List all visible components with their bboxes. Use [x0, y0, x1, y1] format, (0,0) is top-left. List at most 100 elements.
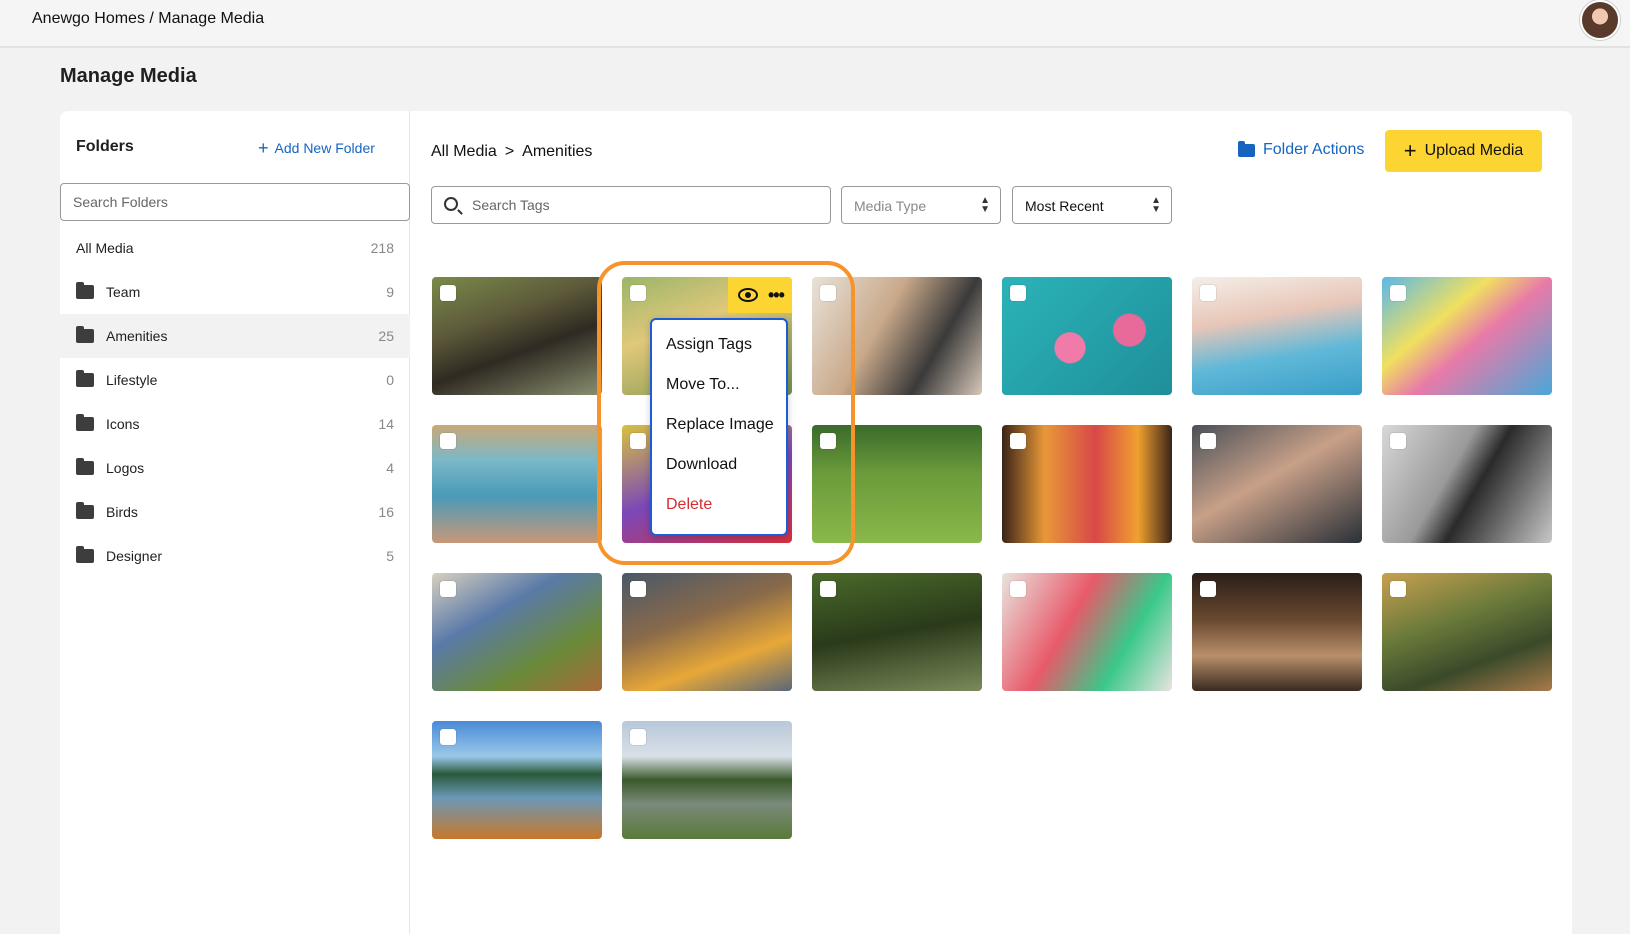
- select-checkbox[interactable]: [440, 433, 456, 449]
- media-thumbnail-shopping-couple[interactable]: [812, 277, 982, 395]
- media-thumbnail-fitness-class[interactable]: [1192, 425, 1362, 543]
- folder-icon: [76, 546, 94, 563]
- sidebar-item-icons[interactable]: Icons 14: [60, 402, 410, 446]
- select-checkbox[interactable]: [440, 581, 456, 597]
- folder-actions-button[interactable]: Folder Actions: [1238, 140, 1365, 159]
- select-checkbox[interactable]: [440, 285, 456, 301]
- folder-icon: [1238, 140, 1255, 157]
- folders-sidebar: Folders + Add New Folder All Media 218 Te…: [60, 111, 410, 934]
- media-thumbnail-shopping-woman[interactable]: [622, 573, 792, 691]
- app-breadcrumb-title[interactable]: Anewgo Homes / Manage Media: [32, 10, 264, 28]
- select-checkbox[interactable]: [630, 581, 646, 597]
- eye-icon[interactable]: [738, 288, 758, 302]
- media-type-select[interactable]: Media Type ▲ ▼: [841, 186, 1001, 224]
- search-folders-input[interactable]: [60, 183, 410, 221]
- media-thumbnail-cocktails[interactable]: [1002, 425, 1172, 543]
- select-checkbox[interactable]: [1390, 285, 1406, 301]
- select-checkbox[interactable]: [1010, 285, 1026, 301]
- sidebar-item-count: 25: [378, 328, 394, 344]
- select-checkbox[interactable]: [630, 433, 646, 449]
- select-checkbox[interactable]: [1200, 581, 1216, 597]
- sidebar-item-count: 218: [370, 240, 394, 256]
- select-checkbox[interactable]: [630, 285, 646, 301]
- menu-item-assign-tags[interactable]: Assign Tags: [666, 336, 752, 354]
- sidebar-item-birds[interactable]: Birds 16: [60, 490, 410, 534]
- media-thumbnail-hiking-creek[interactable]: [812, 573, 982, 691]
- sidebar-item-count: 14: [378, 416, 394, 432]
- folder-icon: [76, 370, 94, 387]
- sidebar-item-amenities[interactable]: Amenities 25: [60, 314, 410, 358]
- sidebar-item-lifestyle[interactable]: Lifestyle 0: [60, 358, 410, 402]
- sidebar-item-count: 5: [386, 548, 394, 564]
- menu-item-replace-image[interactable]: Replace Image: [666, 416, 774, 434]
- sidebar-item-label: Amenities: [106, 328, 168, 344]
- sidebar-item-team[interactable]: Team 9: [60, 270, 410, 314]
- search-tags-field[interactable]: [431, 186, 831, 224]
- upload-media-button[interactable]: + Upload Media: [1385, 130, 1542, 172]
- add-new-folder-label: Add New Folder: [274, 140, 375, 156]
- media-thumbnail-waterslide-kid[interactable]: [1382, 277, 1552, 395]
- thumbnail-actions-bar: •••: [728, 277, 792, 313]
- media-thumbnail-kids-soccer[interactable]: [812, 425, 982, 543]
- media-thumbnail-boardwalk-forest[interactable]: [432, 277, 602, 395]
- search-tags-input[interactable]: [472, 187, 822, 223]
- menu-item-delete[interactable]: Delete: [666, 496, 712, 514]
- chevron-up-down-icon: ▲ ▼: [1151, 195, 1161, 215]
- folder-icon: [76, 326, 94, 343]
- select-checkbox[interactable]: [630, 729, 646, 745]
- sidebar-item-count: 16: [378, 504, 394, 520]
- menu-item-download[interactable]: Download: [666, 456, 737, 474]
- select-checkbox[interactable]: [1010, 433, 1026, 449]
- plus-icon: +: [258, 138, 269, 158]
- select-checkbox[interactable]: [1200, 285, 1216, 301]
- select-checkbox[interactable]: [820, 285, 836, 301]
- sidebar-item-label: Icons: [106, 416, 140, 432]
- media-thumbnail-family-pool[interactable]: [1192, 277, 1362, 395]
- media-thumbnail-park-pond[interactable]: [622, 721, 792, 839]
- folder-icon: [76, 458, 94, 475]
- sidebar-item-designer[interactable]: Designer 5: [60, 534, 410, 578]
- sidebar-item-label: Lifestyle: [106, 372, 158, 388]
- media-thumbnail-pool-floats[interactable]: [1002, 277, 1172, 395]
- more-options-icon[interactable]: •••: [768, 285, 785, 306]
- media-thumbnail-hot-tub[interactable]: [432, 425, 602, 543]
- sidebar-item-all-media[interactable]: All Media 218: [60, 226, 410, 270]
- top-bar: Anewgo Homes / Manage Media: [0, 0, 1630, 48]
- sidebar-item-count: 9: [386, 284, 394, 300]
- media-thumbnail-lake-chairs[interactable]: [432, 721, 602, 839]
- breadcrumb-current: Amenities: [522, 143, 593, 160]
- sidebar-item-logos[interactable]: Logos 4: [60, 446, 410, 490]
- menu-item-move-to[interactable]: Move To...: [666, 376, 740, 394]
- folder-actions-label: Folder Actions: [1263, 141, 1365, 158]
- breadcrumb-root[interactable]: All Media: [431, 143, 497, 160]
- sidebar-item-count: 4: [386, 460, 394, 476]
- search-icon: [444, 197, 458, 211]
- select-checkbox[interactable]: [1200, 433, 1216, 449]
- chevron-up-down-icon: ▲ ▼: [980, 195, 990, 215]
- breadcrumb-separator: >: [504, 143, 515, 160]
- media-thumbnail-outdoor-dinner[interactable]: [1192, 573, 1362, 691]
- media-card: Folders + Add New Folder All Media 218 Te…: [60, 111, 1572, 934]
- sidebar-item-count: 0: [386, 372, 394, 388]
- select-checkbox[interactable]: [1390, 581, 1406, 597]
- context-menu: Assign Tags Move To... Replace Image Dow…: [650, 318, 788, 536]
- media-thumbnail-farmers-market[interactable]: [432, 573, 602, 691]
- media-type-placeholder: Media Type: [854, 198, 927, 214]
- select-checkbox[interactable]: [820, 433, 836, 449]
- select-checkbox[interactable]: [1390, 433, 1406, 449]
- select-checkbox[interactable]: [440, 729, 456, 745]
- media-thumbnail-gym-machine[interactable]: [1382, 425, 1552, 543]
- folder-icon: [76, 414, 94, 431]
- sort-value: Most Recent: [1025, 198, 1104, 214]
- sidebar-item-label: Designer: [106, 548, 163, 564]
- select-checkbox[interactable]: [820, 581, 836, 597]
- media-thumbnail-friends-shopping[interactable]: [1002, 573, 1172, 691]
- add-new-folder-button[interactable]: + Add New Folder: [258, 138, 375, 159]
- media-thumbnail-picnic-family[interactable]: [1382, 573, 1552, 691]
- upload-media-label: Upload Media: [1424, 142, 1524, 159]
- avatar[interactable]: [1580, 0, 1620, 40]
- sidebar-item-label: Team: [106, 284, 141, 300]
- page-title: Manage Media: [60, 65, 197, 87]
- select-checkbox[interactable]: [1010, 581, 1026, 597]
- sort-select[interactable]: Most Recent ▲ ▼: [1012, 186, 1172, 224]
